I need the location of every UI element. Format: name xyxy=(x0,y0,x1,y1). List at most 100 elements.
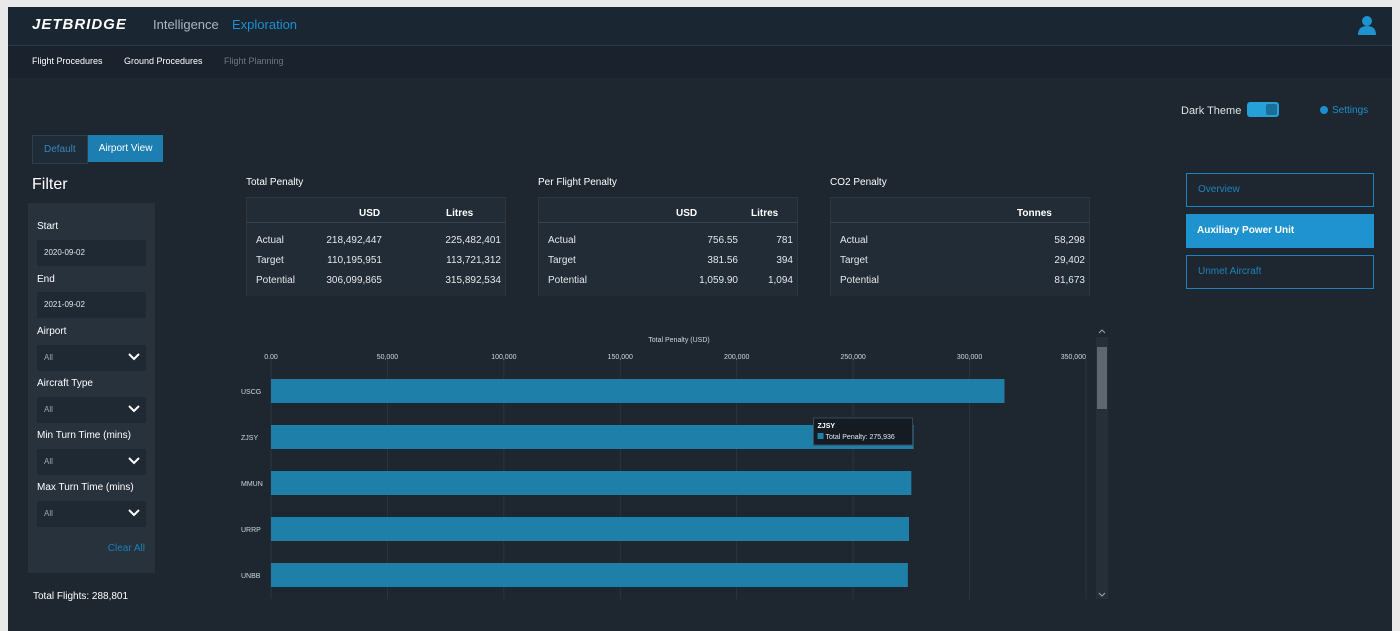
clear-all-button[interactable]: Clear All xyxy=(108,543,145,554)
column-header: Tonnes xyxy=(1017,208,1052,219)
cell-value: 110,195,951 xyxy=(327,255,382,266)
cell-value: 315,892,534 xyxy=(445,275,501,286)
row-label: Target xyxy=(548,255,576,266)
row-label: Actual xyxy=(840,235,868,246)
tooltip-swatch xyxy=(817,433,824,439)
divider xyxy=(246,222,506,223)
x-tick-label: 350,000 xyxy=(1061,354,1086,361)
bar-unbb xyxy=(271,563,908,587)
x-tick-label: 250,000 xyxy=(840,354,865,361)
user-icon[interactable] xyxy=(1358,15,1376,35)
settings-label: Settings xyxy=(1332,105,1369,116)
chevron-down-icon xyxy=(128,353,140,361)
max-turn-time-label: Max Turn Time (mins) xyxy=(37,482,134,493)
total-penalty-title: Total Penalty xyxy=(246,177,304,188)
co2-penalty-title: CO2 Penalty xyxy=(830,177,887,188)
app-window: JETBRIDGE Intelligence Exploration Fligh… xyxy=(8,7,1392,631)
co2-penalty-table: Tonnes Actual 58,298 Target 29,402 Poten… xyxy=(830,197,1090,296)
chevron-up-icon xyxy=(1098,329,1106,334)
chevron-down-icon xyxy=(128,405,140,413)
cell-value: 781 xyxy=(776,235,793,246)
airport-label: Airport xyxy=(37,326,67,337)
cell-value: 113,721,312 xyxy=(446,255,501,266)
cell-value: 58,298 xyxy=(1054,235,1085,246)
column-header: USD xyxy=(676,208,698,219)
logo: JETBRIDGE xyxy=(32,16,127,33)
toggle-knob xyxy=(1266,104,1277,115)
row-label: Potential xyxy=(548,275,587,286)
divider xyxy=(246,198,247,296)
airport-select[interactable]: All xyxy=(37,345,146,371)
divider xyxy=(830,222,1090,223)
tab-default[interactable]: Default xyxy=(32,135,88,164)
sub-nav-bar: Flight Procedures Ground Procedures Flig… xyxy=(8,46,1392,78)
cell-value: 29,402 xyxy=(1054,255,1085,266)
chevron-down-icon xyxy=(128,509,140,517)
x-tick-label: 100,000 xyxy=(491,354,516,361)
top-bar: JETBRIDGE Intelligence Exploration xyxy=(8,7,1392,46)
view-tabs: Default Airport View xyxy=(32,135,164,164)
menu-unmet-aircraft[interactable]: Unmet Aircraft xyxy=(1186,255,1374,289)
y-tick-label: MMUN xyxy=(241,481,263,488)
menu-auxiliary-power-unit[interactable]: Auxiliary Power Unit xyxy=(1186,214,1374,248)
divider xyxy=(538,222,798,223)
airport-select-value: All xyxy=(44,353,53,362)
menu-overview[interactable]: Overview xyxy=(1186,173,1374,207)
y-tick-label: USCG xyxy=(241,389,261,396)
cell-value: 756.55 xyxy=(707,235,738,246)
cell-value: 218,492,447 xyxy=(326,235,382,246)
start-date-input[interactable]: 2020-09-02 xyxy=(37,240,146,266)
subnav-flight-planning[interactable]: Flight Planning xyxy=(224,56,284,66)
cell-value: 1,059.90 xyxy=(699,275,738,286)
column-header: Litres xyxy=(446,208,474,219)
x-tick-label: 300,000 xyxy=(957,354,982,361)
dark-theme-toggle[interactable] xyxy=(1247,102,1279,117)
settings-link[interactable]: Settings xyxy=(1320,105,1368,116)
y-tick-label: UNBB xyxy=(241,573,261,580)
divider xyxy=(830,198,831,296)
aircraft-type-select-value: All xyxy=(44,405,53,414)
total-penalty-chart: Total Penalty (USD) 0.00 50,000 100,000 150,… xyxy=(238,327,1112,607)
per-flight-penalty-title: Per Flight Penalty xyxy=(538,177,617,188)
y-tick-label: URRP xyxy=(241,527,261,534)
nav-intelligence[interactable]: Intelligence xyxy=(153,17,219,32)
total-flights: Total Flights: 288,801 xyxy=(33,591,129,602)
cell-value: 225,482,401 xyxy=(445,235,501,246)
bar-uscg xyxy=(271,379,1005,403)
max-turn-time-value: All xyxy=(44,509,53,518)
start-label: Start xyxy=(37,221,59,232)
aircraft-type-select[interactable]: All xyxy=(37,397,146,423)
cell-value: 394 xyxy=(776,255,793,266)
row-label: Actual xyxy=(548,235,576,246)
filter-title: Filter xyxy=(32,176,68,193)
min-turn-time-select[interactable]: All xyxy=(37,449,146,475)
bar-mmun xyxy=(271,471,912,495)
column-header: Litres xyxy=(751,208,779,219)
per-flight-penalty-table: USD Litres Actual 756.55 781 Target 381.… xyxy=(538,197,798,296)
aircraft-type-label: Aircraft Type xyxy=(37,378,93,389)
cell-value: 381.56 xyxy=(707,255,738,266)
tooltip-text: Total Penalty: 275,936 xyxy=(826,434,895,441)
subnav-ground-procedures[interactable]: Ground Procedures xyxy=(124,56,203,66)
min-turn-time-value: All xyxy=(44,457,53,466)
divider xyxy=(797,198,798,296)
min-turn-time-label: Min Turn Time (mins) xyxy=(37,430,131,441)
scrollbar-thumb[interactable] xyxy=(1097,347,1107,409)
x-tick-label: 200,000 xyxy=(724,354,749,361)
chart-title: Total Penalty (USD) xyxy=(648,337,709,344)
cell-value: 81,673 xyxy=(1054,275,1085,286)
tab-airport-view[interactable]: Airport View xyxy=(87,135,164,162)
gear-icon xyxy=(1320,106,1328,114)
x-tick-label: 150,000 xyxy=(608,354,633,361)
chart-svg: Total Penalty (USD) 0.00 50,000 100,000 150,… xyxy=(241,329,1108,599)
subnav-flight-procedures[interactable]: Flight Procedures xyxy=(32,56,103,66)
nav-exploration[interactable]: Exploration xyxy=(232,17,297,32)
x-tick-label: 0.00 xyxy=(264,354,278,361)
cell-value: 306,099,865 xyxy=(326,275,382,286)
end-date-input[interactable]: 2021-09-02 xyxy=(37,292,146,318)
row-label: Potential xyxy=(840,275,879,286)
column-header: USD xyxy=(359,208,381,219)
max-turn-time-select[interactable]: All xyxy=(37,501,146,527)
row-label: Potential xyxy=(256,275,295,286)
y-tick-label: ZJSY xyxy=(241,435,258,442)
